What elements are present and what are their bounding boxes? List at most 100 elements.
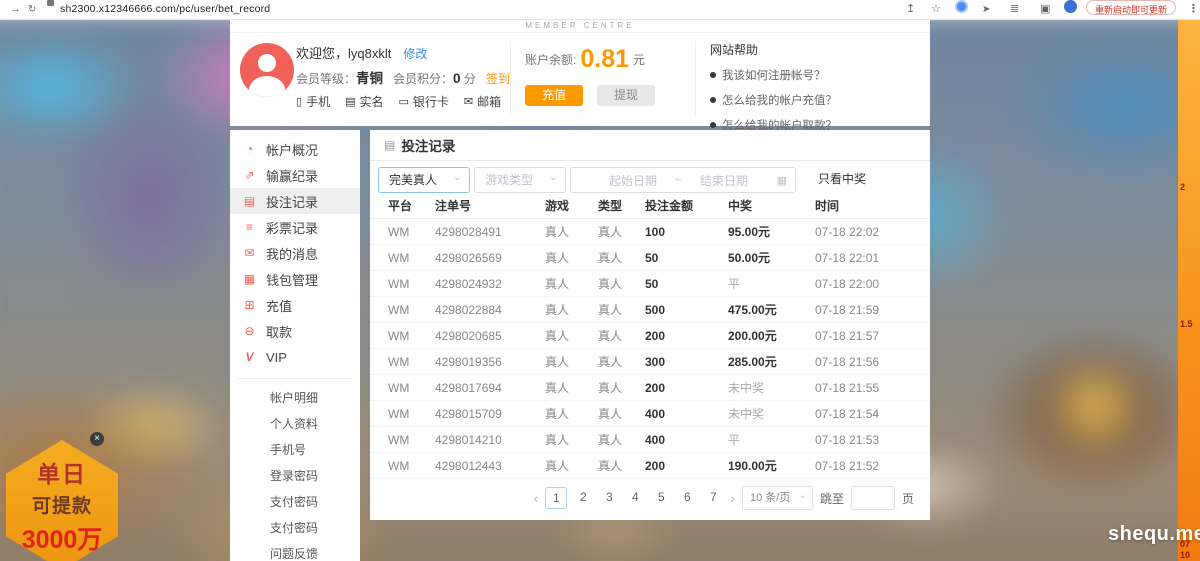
checkin-link[interactable]: 签到	[486, 72, 510, 86]
page-number[interactable]: 7	[703, 487, 723, 507]
verify-item[interactable]: ▯ 手机	[296, 93, 330, 110]
page-number[interactable]: 1	[545, 487, 567, 509]
share-icon[interactable]: ↥	[906, 0, 915, 19]
game-type-select[interactable]: 游戏类型 ⌄	[474, 167, 566, 193]
edit-link[interactable]: 修改	[403, 47, 427, 61]
watermark: shequ.me	[1108, 523, 1200, 546]
game-type-select-value: 游戏类型	[485, 173, 533, 187]
table-row[interactable]: WM 4298014210 真人 真人 400 平 07-18 21:53	[370, 427, 930, 453]
update-chip[interactable]: 重新启动即可更新	[1086, 0, 1176, 15]
sidebar-menu-icon: ≡	[242, 220, 257, 234]
bullet-icon	[710, 72, 716, 78]
verify-item[interactable]: ▤ 实名	[345, 93, 383, 110]
sidebar-divider	[238, 378, 352, 379]
cell-time: 07-18 21:55	[815, 381, 930, 395]
table-row[interactable]: WM 4298022884 真人 真人 500 475.00元 07-18 21…	[370, 297, 930, 323]
page-number[interactable]: 4	[625, 487, 645, 507]
date-range-picker[interactable]: 起始日期 ~ 结束日期 ▦	[570, 167, 796, 193]
page-number[interactable]: 3	[599, 487, 619, 507]
sidebar-menu-item[interactable]: V VIP	[230, 344, 360, 370]
cell-order-no: 4298019356	[435, 355, 545, 369]
sidebar-menu-item[interactable]: ▤ 投注记录	[230, 188, 360, 214]
bookmark-star-icon[interactable]: ☆	[931, 0, 941, 19]
side-panel-icon[interactable]: ▣	[1040, 0, 1050, 19]
table-row[interactable]: WM 4298015709 真人 真人 400 未中奖 07-18 21:54	[370, 401, 930, 427]
sidebar-menu-label: 彩票记录	[266, 218, 318, 237]
cell-platform: WM	[388, 329, 435, 343]
help-item[interactable]: 我该如何注册帐号？	[710, 67, 920, 83]
table-row[interactable]: WM 4298017694 真人 真人 200 未中奖 07-18 21:55	[370, 375, 930, 401]
sidebar-menu-item[interactable]: ◔ 帐户概况	[230, 136, 360, 162]
sidebar-menu-item[interactable]: ⊞ 充值	[230, 292, 360, 318]
page-number[interactable]: 2	[573, 487, 593, 507]
table-row[interactable]: WM 4298028491 真人 真人 100 95.00元 07-18 22:…	[370, 219, 930, 245]
cell-game: 真人	[545, 431, 598, 448]
verify-item-icon: ▤	[345, 95, 355, 108]
sidebar-menu-item[interactable]: ⇗ 输赢纪录	[230, 162, 360, 188]
reading-list-icon[interactable]: ≣	[1010, 0, 1019, 19]
cell-amount: 200	[645, 381, 728, 395]
sidebar-menu-icon: ▦	[242, 272, 257, 286]
cell-type: 真人	[598, 405, 645, 422]
sidebar-link[interactable]: 登录密码	[230, 463, 360, 489]
url-bar[interactable]: sh2300.x12346666.com/pc/user/bet_record	[60, 0, 270, 19]
table-row[interactable]: WM 4298020685 真人 真人 200 200.00元 07-18 21…	[370, 323, 930, 349]
sidebar-link[interactable]: 手机号	[230, 437, 360, 463]
page-number[interactable]: 5	[651, 487, 671, 507]
table-row[interactable]: WM 4298026569 真人 真人 50 50.00元 07-18 22:0…	[370, 245, 930, 271]
page-size-select[interactable]: 10 条/页 ⌄	[742, 486, 813, 510]
cell-amount: 200	[645, 329, 728, 343]
sidebar-menu-label: 钱包管理	[266, 270, 318, 289]
pin-icon[interactable]: ➤	[982, 0, 990, 19]
sidebar-menu-item[interactable]: ≡ 彩票记录	[230, 214, 360, 240]
cell-game: 真人	[545, 379, 598, 396]
profile-avatar[interactable]	[1064, 0, 1077, 13]
sidebar-link[interactable]: 帐户明细	[230, 385, 360, 411]
prev-page-icon[interactable]: ‹	[534, 490, 539, 506]
sidebar-menu-label: 投注记录	[266, 192, 318, 211]
deposit-button[interactable]: 充值	[525, 85, 583, 106]
jump-page-input[interactable]	[851, 486, 895, 510]
extension-icon[interactable]	[955, 0, 968, 13]
table-header-cell: 投注金额	[645, 197, 728, 214]
only-win-filter[interactable]: 只看中奖	[818, 167, 866, 191]
table-row[interactable]: WM 4298019356 真人 真人 300 285.00元 07-18 21…	[370, 349, 930, 375]
platform-select[interactable]: 完美真人 ⌄	[378, 167, 470, 193]
jump-label: 跳至	[820, 490, 844, 507]
page-number[interactable]: 6	[677, 487, 697, 507]
sidebar-menu-icon: ⊞	[242, 298, 257, 312]
sidebar-menu-item[interactable]: ⊖ 取款	[230, 318, 360, 344]
sidebar-link[interactable]: 支付密码	[230, 515, 360, 541]
reload-icon[interactable]: ↻	[28, 0, 36, 19]
sidebar-menu-item[interactable]: ✉ 我的消息	[230, 240, 360, 266]
verify-item[interactable]: ▭ 银行卡	[399, 93, 449, 110]
browser-menu-icon[interactable]: ⋮	[1188, 0, 1199, 19]
next-page-icon[interactable]: ›	[730, 490, 735, 506]
help-item[interactable]: 怎么给我的帐户充值？	[710, 92, 920, 108]
table-row[interactable]: WM 4298024932 真人 真人 50 平 07-18 22:00	[370, 271, 930, 297]
divider	[695, 41, 696, 117]
withdraw-button[interactable]: 提现	[597, 85, 655, 106]
cell-type: 真人	[598, 249, 645, 266]
sidebar-link[interactable]: 个人资料	[230, 411, 360, 437]
cell-game: 真人	[545, 249, 598, 266]
sidebar-menu-label: VIP	[266, 350, 287, 365]
calendar-icon: ▦	[777, 174, 787, 187]
sidebar-link[interactable]: 支付密码	[230, 489, 360, 515]
verify-item[interactable]: ✉ 邮箱	[464, 93, 501, 110]
cell-platform: WM	[388, 355, 435, 369]
sidebar-link[interactable]: 问题反馈	[230, 541, 360, 561]
cell-platform: WM	[388, 225, 435, 239]
sidebar-menu-item[interactable]: ▦ 钱包管理	[230, 266, 360, 292]
table-row[interactable]: WM 4298012443 真人 真人 200 190.00元 07-18 21…	[370, 453, 930, 479]
date-end-placeholder: 结束日期	[700, 172, 748, 189]
cell-prize: 95.00元	[728, 223, 815, 240]
promo-close-icon[interactable]: ×	[90, 432, 104, 446]
balance-label: 账户余额:	[525, 53, 576, 67]
forward-icon[interactable]: →	[10, 0, 21, 19]
verify-item-icon: ✉	[464, 95, 473, 108]
cell-prize: 50.00元	[728, 249, 815, 266]
cell-amount: 200	[645, 459, 728, 473]
sidebar-menu-label: 输赢纪录	[266, 166, 318, 185]
cell-platform: WM	[388, 251, 435, 265]
